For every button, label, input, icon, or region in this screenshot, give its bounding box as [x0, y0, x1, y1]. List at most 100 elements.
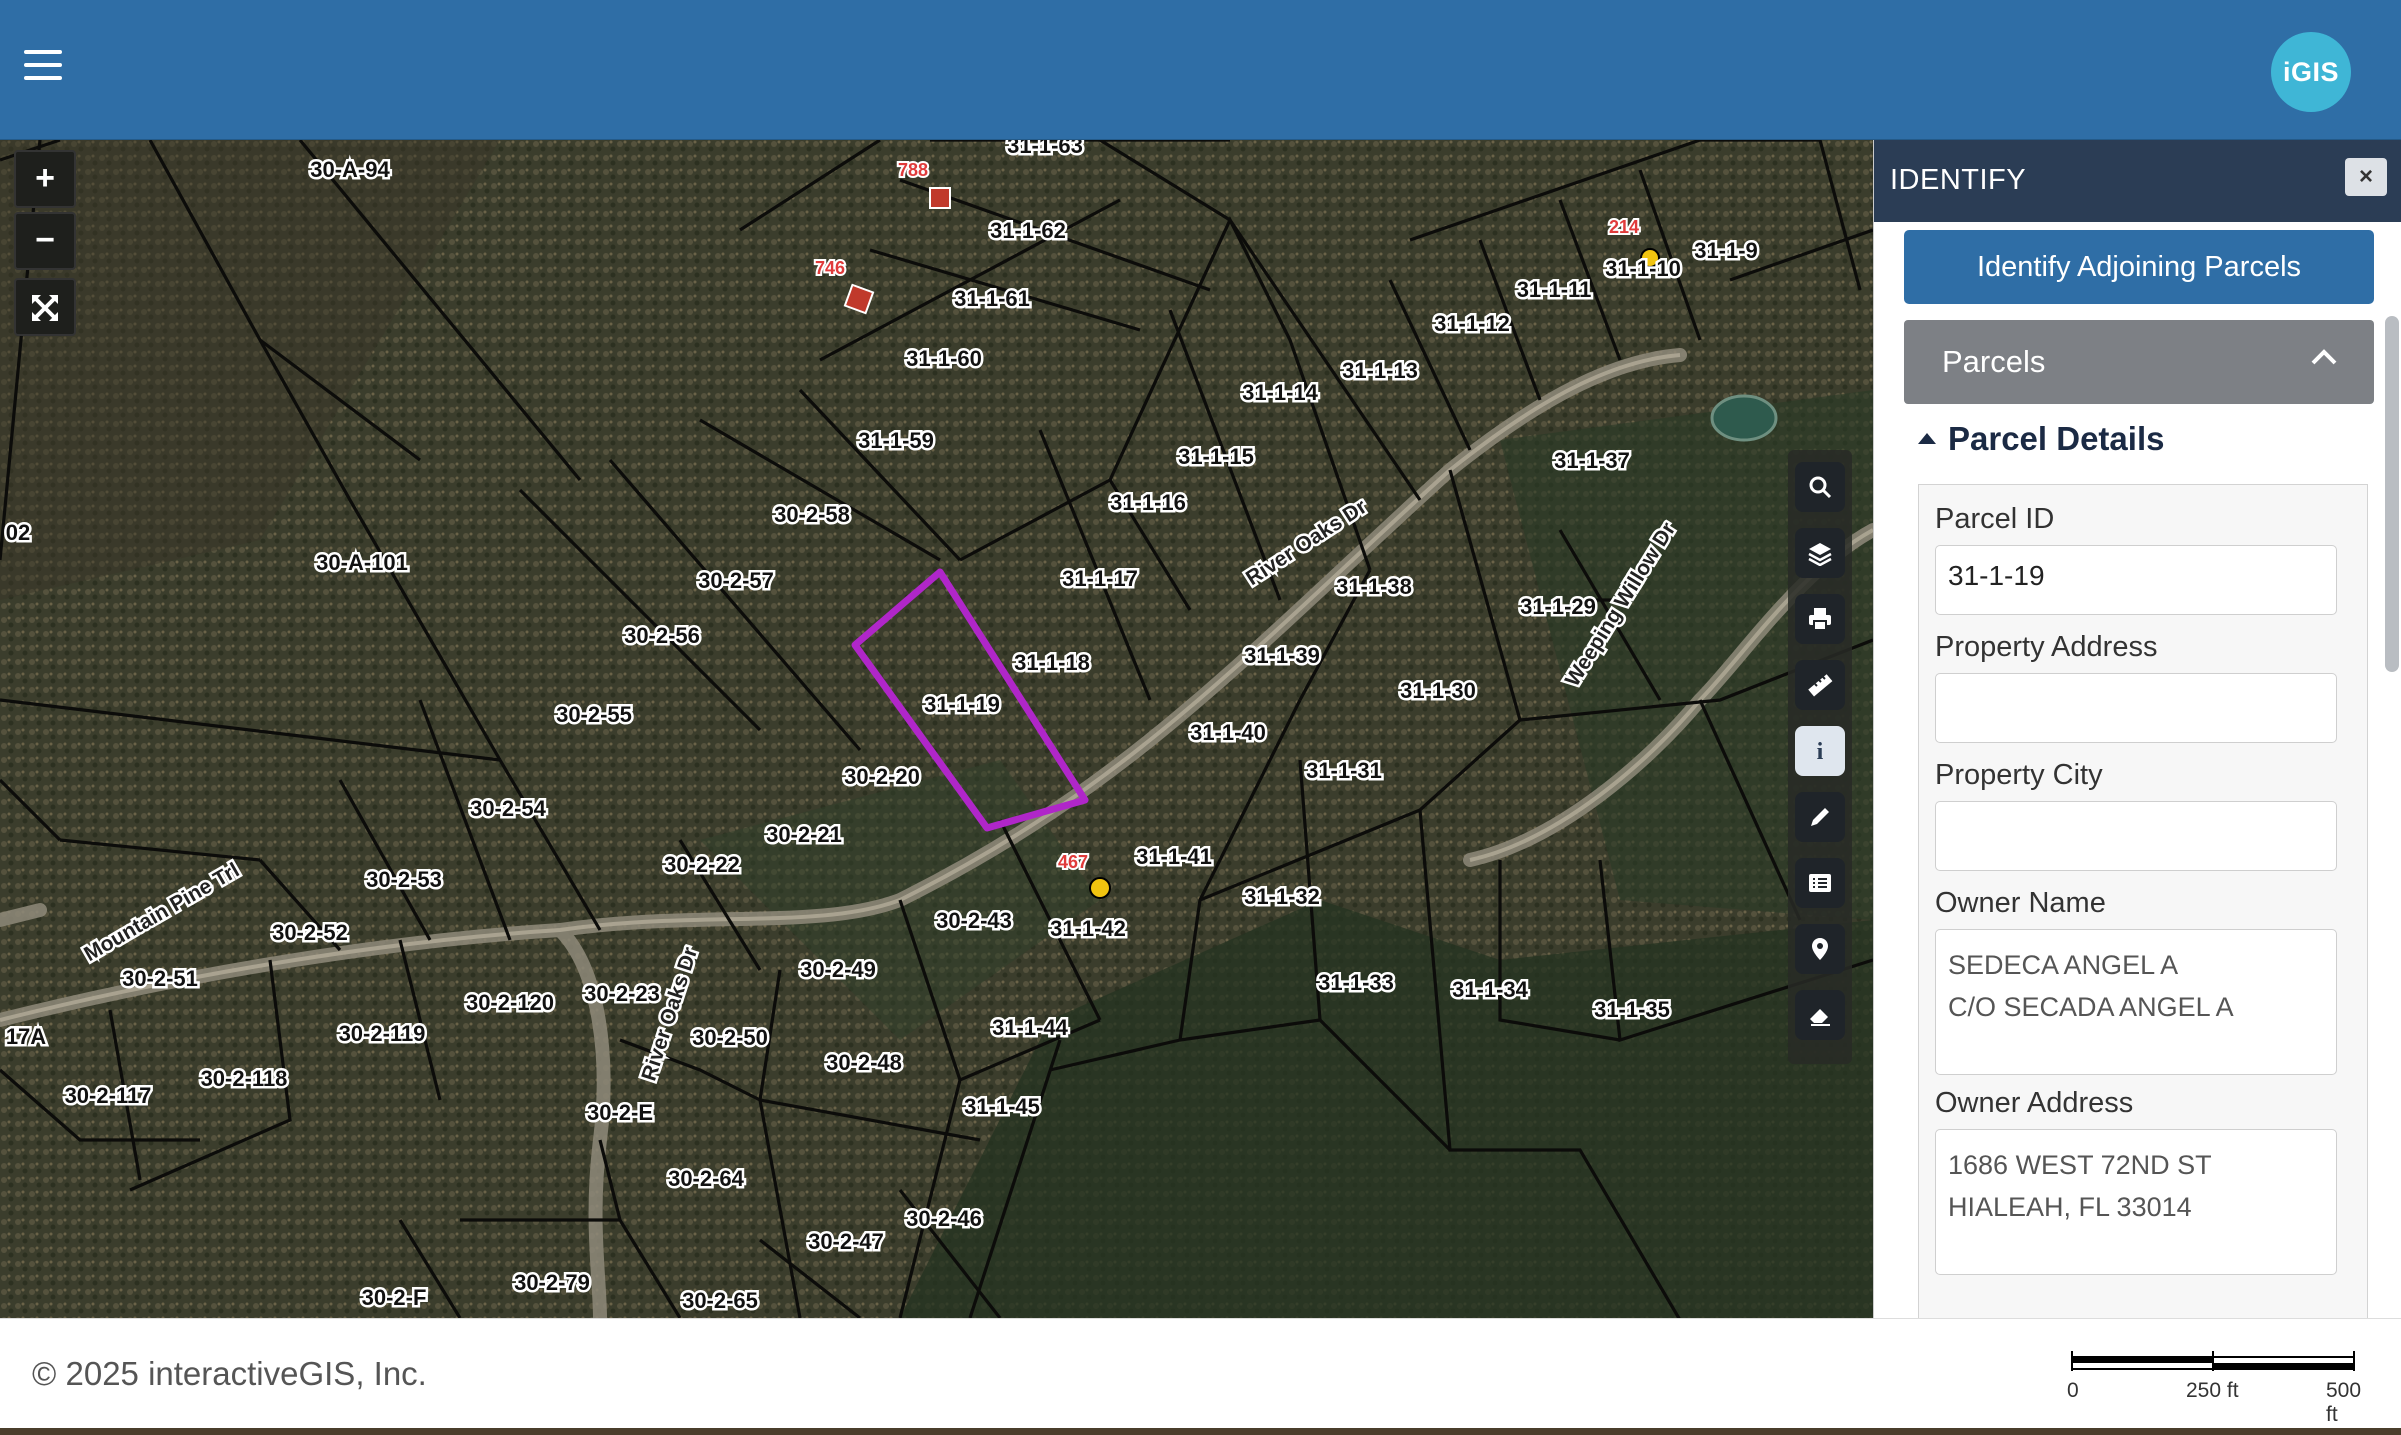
- owner-name-label: Owner Name: [1935, 887, 2106, 919]
- parcel-details: Parcel ID 31-1-19 Property Address Prope…: [1918, 484, 2368, 1318]
- owner-name-field[interactable]: SEDECA ANGEL A C/O SECADA ANGEL A: [1935, 929, 2337, 1075]
- ruler-icon: [1808, 674, 1833, 697]
- parcel-label: 30-2-51: [122, 966, 198, 991]
- list-tool[interactable]: [1795, 858, 1845, 908]
- scale-label-250: 250 ft: [2186, 1379, 2239, 1402]
- print-tool[interactable]: [1795, 594, 1845, 644]
- property-address-field[interactable]: [1935, 673, 2337, 743]
- parcel-label: 31-1-63: [1007, 140, 1083, 158]
- parcels-accordion-title: Parcels: [1942, 344, 2046, 379]
- printer-icon: [1809, 608, 1831, 631]
- parcel-label: 31-1-13: [1342, 358, 1418, 383]
- parcel-label: 31-1-17: [1062, 566, 1138, 591]
- search-tool[interactable]: [1795, 462, 1845, 512]
- panel-title: IDENTIFY: [1890, 164, 2027, 196]
- zoom-out-button[interactable]: −: [14, 212, 76, 270]
- parcel-label: 31-1-37: [1554, 448, 1630, 473]
- address-number-label: 214: [1609, 217, 1639, 237]
- parcel-label: 30-2-119: [339, 1021, 426, 1046]
- menu-icon[interactable]: [24, 50, 62, 84]
- owner-name-line: SEDECA ANGEL A: [1948, 950, 2179, 980]
- parcel-label: 31-1-45: [964, 1094, 1040, 1119]
- full-extent-button[interactable]: [14, 278, 76, 336]
- parcel-label: 31-1-12: [1434, 311, 1510, 336]
- parcel-label: 02: [6, 520, 30, 545]
- igis-logo[interactable]: iGIS: [2271, 32, 2351, 112]
- parcel-label: 31-1-61: [954, 286, 1030, 311]
- parcel-label: 31-1-19: [924, 692, 1000, 717]
- layers-icon: [1808, 543, 1832, 566]
- parcel-label: 31-1-31: [1306, 758, 1382, 783]
- parcel-label: 31-1-16: [1110, 490, 1186, 515]
- close-button[interactable]: ×: [2345, 158, 2387, 196]
- parcel-label: 30-2-53: [366, 867, 442, 892]
- parcel-label: 30-2-55: [556, 702, 632, 727]
- panel-body: Identify Adjoining Parcels Parcels Parce…: [1874, 222, 2382, 1318]
- property-address-label: Property Address: [1935, 631, 2158, 663]
- parcel-label: 31-1-62: [990, 218, 1066, 243]
- parcel-details-toggle[interactable]: Parcel Details: [1918, 420, 2164, 458]
- parcel-label: 30-2-79: [514, 1270, 590, 1295]
- map-toolbar: i: [1788, 450, 1852, 1064]
- copyright-text: © 2025 interactiveGIS, Inc.: [32, 1355, 427, 1392]
- svg-text:i: i: [1817, 739, 1824, 764]
- parcel-label: 30-2-57: [698, 568, 774, 593]
- parcels-accordion-header[interactable]: Parcels: [1904, 320, 2374, 404]
- owner-address-field[interactable]: 1686 WEST 72ND ST HIALEAH, FL 33014: [1935, 1129, 2337, 1275]
- parcel-label: 30-2-118: [201, 1066, 288, 1091]
- footer: © 2025 interactiveGIS, Inc. 0 250 ft 500…: [0, 1318, 2401, 1435]
- draw-tool[interactable]: [1795, 792, 1845, 842]
- full-extent-icon: [32, 295, 58, 321]
- parcel-map[interactable]: 788746214467 Mountain Pine TrlRiver Oaks…: [0, 140, 1873, 1318]
- scale-bar: 0 250 ft 500 ft: [2067, 1347, 2361, 1426]
- parcel-label: 30-2-49: [800, 957, 876, 982]
- parcel-label: 31-1-41: [1136, 844, 1212, 869]
- parcel-label: 30-2-120: [466, 990, 554, 1015]
- parcel-label: 30-2-47: [808, 1229, 884, 1254]
- zoom-in-button[interactable]: +: [14, 150, 76, 208]
- bottom-strip: [0, 1428, 2401, 1435]
- parcel-label: 30-2-23: [584, 981, 660, 1006]
- owner-address-line: HIALEAH, FL 33014: [1948, 1192, 2192, 1222]
- erase-tool[interactable]: [1795, 990, 1845, 1040]
- top-bar: iGIS: [0, 0, 2401, 140]
- measure-tool[interactable]: [1795, 660, 1845, 710]
- parcel-label: 31-1-10: [1605, 256, 1681, 281]
- property-city-field[interactable]: [1935, 801, 2337, 871]
- layers-tool[interactable]: [1795, 528, 1845, 578]
- parcel-label: 31-1-38: [1336, 574, 1412, 599]
- parcel-label: 31-1-18: [1014, 650, 1090, 675]
- parcel-label: 31-1-60: [906, 346, 982, 371]
- panel-scrollbar[interactable]: [2385, 316, 2399, 672]
- parcel-label: 31-1-40: [1190, 720, 1266, 745]
- parcel-label: 30-2-E: [587, 1100, 653, 1125]
- parcel-label: 30-2-46: [906, 1206, 982, 1231]
- parcel-label: 30-2-43: [936, 908, 1012, 933]
- parcel-label: 31-1-11: [1517, 277, 1592, 302]
- parcel-label: 30-2-F: [362, 1285, 427, 1310]
- parcel-label: 30-2-54: [470, 796, 547, 821]
- caret-up-icon: [1918, 433, 1936, 444]
- parcel-label: 31-1-59: [858, 428, 934, 453]
- identify-adjoining-parcels-button[interactable]: Identify Adjoining Parcels: [1904, 230, 2374, 304]
- parcel-label: 31-1-15: [1178, 444, 1254, 469]
- parcel-label: 31-1-29: [1520, 594, 1596, 619]
- location-tool[interactable]: [1795, 924, 1845, 974]
- map-view[interactable]: 788 746 214 467 Mountain Pine Trl River Oaks…: [0, 140, 1873, 1318]
- identify-tool[interactable]: i: [1795, 726, 1845, 776]
- parcel-label: 31-1-39: [1244, 643, 1320, 668]
- search-icon: [1809, 476, 1832, 499]
- parcel-label: 30-2-52: [272, 920, 348, 945]
- parcel-label: 31-1-35: [1594, 997, 1670, 1022]
- address-number-label: 467: [1058, 852, 1088, 872]
- parcel-id-field[interactable]: 31-1-19: [1935, 545, 2337, 615]
- parcel-label: 31-1-32: [1244, 884, 1320, 909]
- parcel-label: 30-2-48: [826, 1050, 902, 1075]
- parcel-label: 30-2-50: [692, 1025, 768, 1050]
- scale-bar-graphic: [2071, 1351, 2355, 1371]
- parcel-label: 30-2-56: [624, 623, 700, 648]
- parcel-label: 31-1-34: [1452, 977, 1529, 1002]
- parcel-label: 31-1-42: [1050, 916, 1126, 941]
- scale-label-0: 0: [2067, 1379, 2079, 1402]
- parcel-label: 30-2-20: [844, 764, 920, 789]
